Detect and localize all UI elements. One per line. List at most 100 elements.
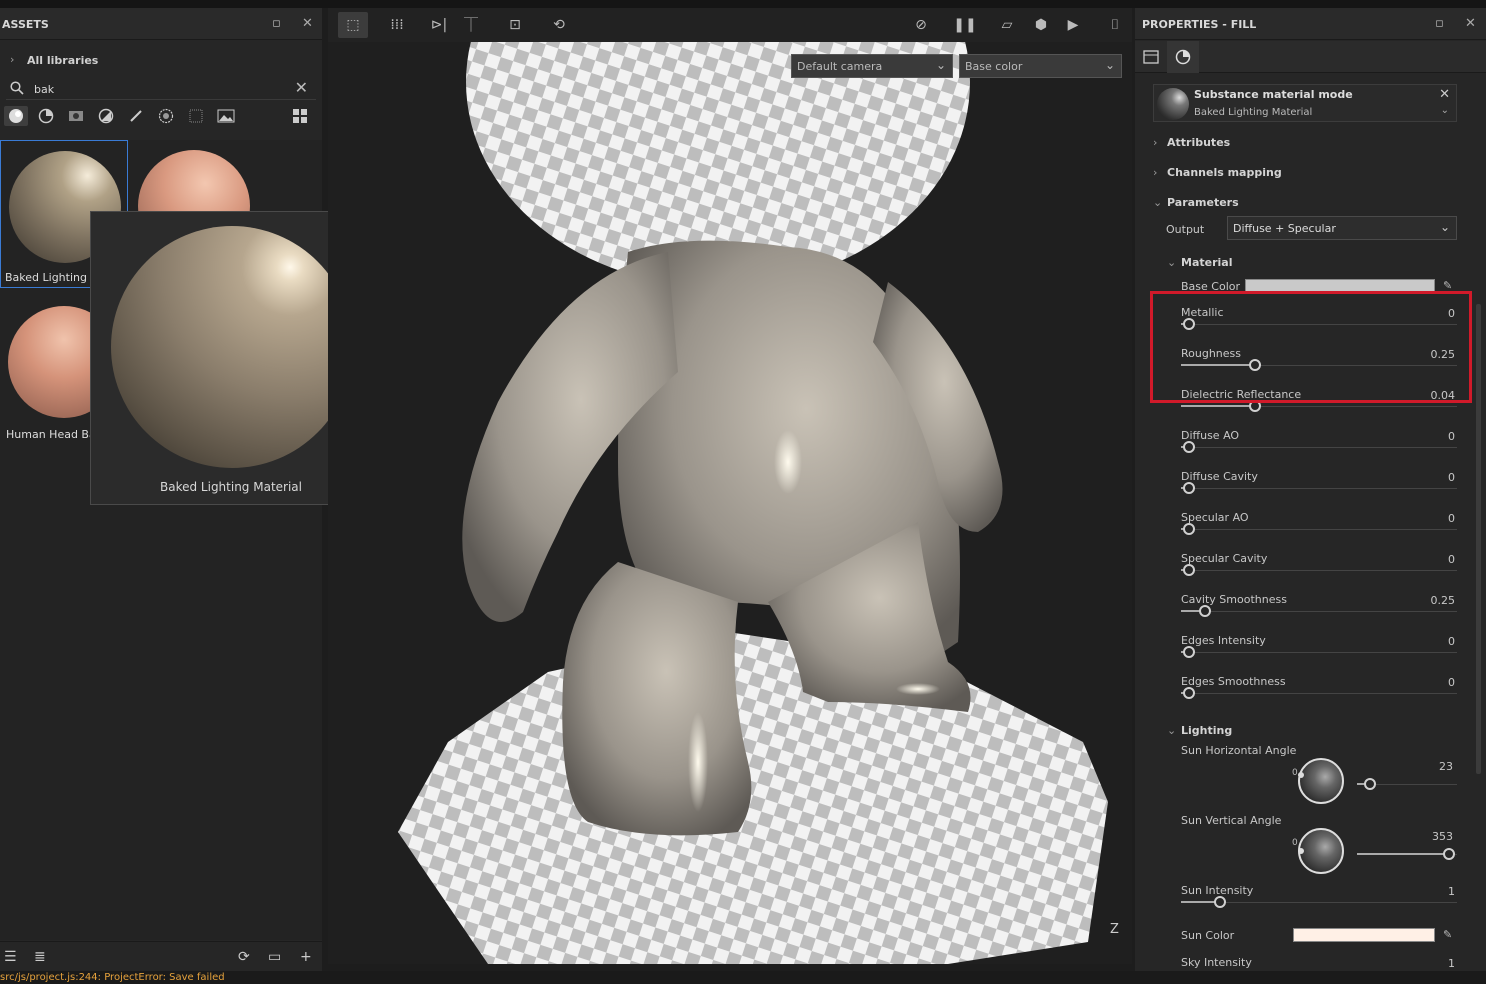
filter-material-icon[interactable] [4,106,28,126]
pause-icon[interactable]: ❚❚ [950,12,980,38]
sun-vertical-dial[interactable] [1298,828,1344,874]
sky-intensity-slider[interactable]: Sky Intensity 1 [1181,956,1457,970]
slider-track [1181,570,1457,571]
material-mode-thumbnail [1157,88,1189,120]
tab-material-icon[interactable] [1167,41,1199,73]
slider-knob[interactable] [1183,441,1195,453]
sun-vertical-slider[interactable] [1357,836,1457,877]
status-bar: src/js/project.js:244: ProjectError: Sav… [0,971,1486,984]
channel-dropdown[interactable]: Base color ⌄ [959,54,1122,78]
channel-dropdown-value: Base color [965,60,1023,73]
view-3d-icon[interactable]: ⬢ [1026,12,1056,38]
asset-filter-bar [4,106,320,128]
param-label: Diffuse Cavity [1181,470,1258,483]
section-material[interactable]: ⌄ Material [1167,256,1232,269]
param-value: 0 [1448,635,1455,648]
close-icon[interactable]: ✕ [302,16,313,31]
selection-mode-icon[interactable]: ⬚ [338,12,368,38]
output-label: Output [1166,223,1205,236]
param-slider-specular-ao[interactable]: Specular AO 0 [1181,511,1457,552]
search-input[interactable] [34,81,274,97]
hide-icon[interactable]: ⊘ [906,12,936,38]
slider-track [1181,611,1457,612]
mirror-x-icon[interactable]: ⊳| [424,12,454,38]
screenshot-icon[interactable]: ⌷ [1100,12,1130,38]
slider-track [1181,447,1457,448]
sun-intensity-slider[interactable]: Sun Intensity 1 [1181,884,1457,925]
filter-brush-icon[interactable] [124,106,148,126]
grid-view-icon[interactable] [288,106,312,126]
camera-icon[interactable]: ▶ [1058,12,1088,38]
highlight-box [1150,291,1472,403]
tab-layer-settings-icon[interactable] [1135,41,1167,73]
clear-search-icon[interactable]: ✕ [295,78,308,97]
material-mode-selector[interactable]: Substance material mode Baked Lighting M… [1153,84,1457,122]
filter-alpha-icon[interactable] [154,106,178,126]
slider-knob[interactable] [1183,687,1195,699]
sun-horizontal-slider[interactable] [1357,766,1457,807]
param-slider-cavity-smoothness[interactable]: Cavity Smoothness 0.25 [1181,593,1457,634]
chevron-down-icon[interactable]: ⌄ [1441,105,1449,116]
axis-gizmo: Z [1110,922,1119,937]
filter-texture-icon[interactable] [184,106,208,126]
sun-intensity-label: Sun Intensity [1181,884,1254,897]
filter-smart-material-icon[interactable] [34,106,58,126]
sun-color-row: Sun Color ✎ [1181,928,1457,946]
list-view-icon[interactable]: ☰ [4,949,17,965]
eyedropper-icon[interactable]: ✎ [1443,928,1452,941]
param-value: 0 [1448,471,1455,484]
grid-snap-icon[interactable]: ⁞⁞⁞ [382,12,412,38]
section-channels-mapping[interactable]: › Channels mapping [1153,166,1282,179]
close-icon[interactable]: ✕ [1465,16,1476,31]
3d-viewport[interactable]: Default camera ⌄ Base color ⌄ Z [328,42,1132,964]
param-label: Specular Cavity [1181,552,1268,565]
output-dropdown[interactable]: Diffuse + Specular ⌄ [1227,216,1457,240]
slider-knob[interactable] [1183,482,1195,494]
camera-dropdown-value: Default camera [797,60,883,73]
param-slider-edges-intensity[interactable]: Edges Intensity 0 [1181,634,1457,675]
slider-fill [1181,610,1201,612]
slider-knob[interactable] [1183,523,1195,535]
view-2d-icon[interactable]: ▱ [992,12,1022,38]
slider-knob[interactable] [1183,564,1195,576]
param-value: 0 [1448,676,1455,689]
section-attributes[interactable]: › Attributes [1153,136,1230,149]
mirror-y-icon[interactable]: ⏉ [456,12,486,38]
camera-dropdown[interactable]: Default camera ⌄ [791,54,953,78]
param-slider-diffuse-ao[interactable]: Diffuse AO 0 [1181,429,1457,470]
tree-view-icon[interactable]: ≣ [34,949,46,965]
slider-fill [1181,405,1251,407]
slider-track [1181,693,1457,694]
viewport-toolbar: ⬚ ⁞⁞⁞ ⊳| ⏉ ⊡ ⟲ ⊘ ❚❚ ▱ ⬢ ▶ ⌷ [328,8,1132,42]
all-libraries-label: All libraries [27,54,99,67]
filter-environment-icon[interactable] [214,106,238,126]
slider-knob[interactable] [1183,646,1195,658]
param-slider-edges-smoothness[interactable]: Edges Smoothness 0 [1181,675,1457,716]
param-slider-specular-cavity[interactable]: Specular Cavity 0 [1181,552,1457,593]
sun-color-swatch[interactable] [1293,928,1435,942]
history-icon[interactable]: ⟲ [544,12,574,38]
param-value: 0 [1448,512,1455,525]
frame-icon[interactable]: ⊡ [500,12,530,38]
section-parameters[interactable]: ⌄ Parameters [1153,196,1239,209]
properties-scrollbar[interactable] [1476,304,1481,774]
sun-horizontal-dial[interactable] [1298,758,1344,804]
sun-horizontal-dial-zero: 0 [1292,768,1298,778]
close-icon[interactable]: ✕ [1439,87,1450,102]
maximize-icon[interactable]: ▫ [1435,16,1444,31]
maximize-icon[interactable]: ▫ [272,16,281,31]
add-icon[interactable]: + [300,949,312,965]
slider-track [1181,652,1457,653]
search-icon [10,81,24,98]
search-bar: ✕ [6,78,316,100]
sun-vertical-label: Sun Vertical Angle [1181,814,1282,827]
filter-mask-icon[interactable] [64,106,88,126]
filter-filter-icon[interactable] [94,106,118,126]
param-label: Cavity Smoothness [1181,593,1287,606]
slider-knob[interactable] [1198,605,1211,617]
folder-icon[interactable]: ▭ [268,949,281,965]
section-lighting[interactable]: ⌄ Lighting [1167,724,1232,737]
refresh-icon[interactable]: ⟳ [238,949,250,965]
param-slider-diffuse-cavity[interactable]: Diffuse Cavity 0 [1181,470,1457,511]
all-libraries-row[interactable]: › All libraries [0,51,322,71]
